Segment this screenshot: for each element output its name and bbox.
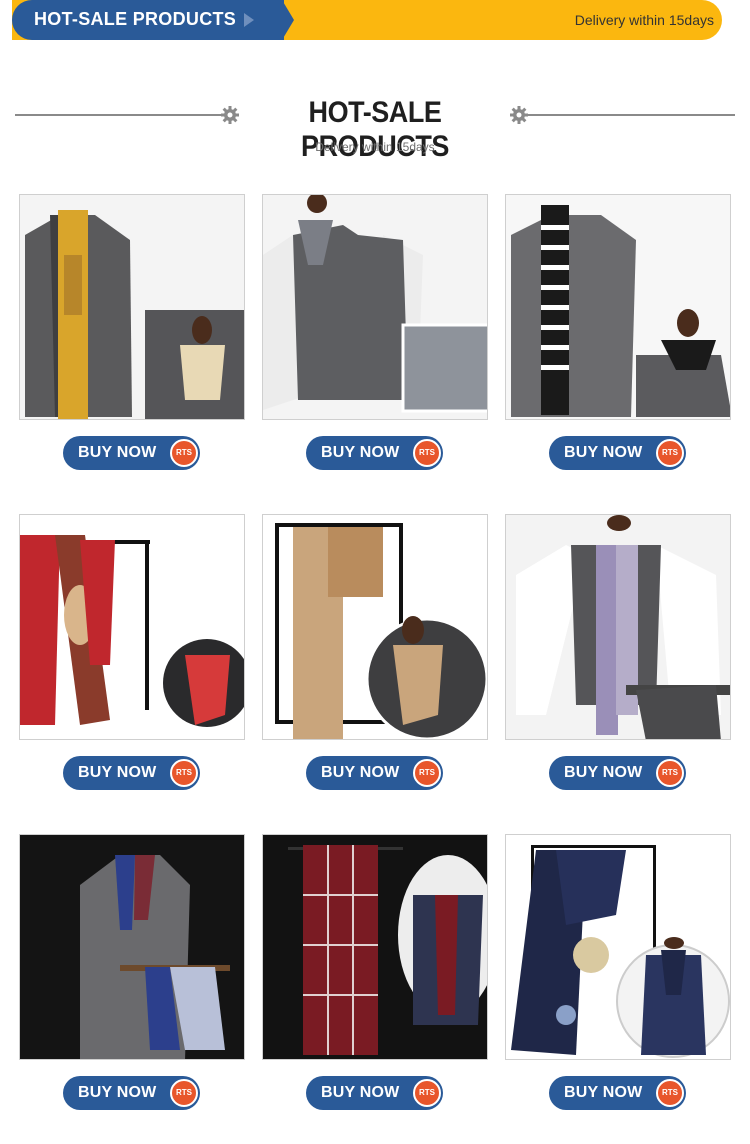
gear-icon — [510, 106, 528, 124]
product-image[interactable] — [505, 514, 731, 740]
rts-badge: RTS — [413, 759, 441, 787]
product-image[interactable] — [262, 194, 488, 420]
buy-now-label: BUY NOW — [321, 764, 400, 781]
banner-delivery-text: Delivery within 15days — [574, 12, 714, 28]
buy-now-button[interactable]: BUY NOW RTS — [63, 1076, 200, 1110]
buy-now-button[interactable]: BUY NOW RTS — [549, 436, 686, 470]
buy-now-button[interactable]: BUY NOW RTS — [549, 756, 686, 790]
rts-badge: RTS — [170, 1079, 198, 1107]
buy-now-label: BUY NOW — [564, 444, 643, 461]
product-image[interactable] — [19, 514, 245, 740]
buy-now-button[interactable]: BUY NOW RTS — [306, 436, 443, 470]
product-image[interactable] — [262, 514, 488, 740]
buy-now-label: BUY NOW — [78, 764, 157, 781]
banner-title: HOT-SALE PRODUCTS — [34, 9, 237, 29]
product-image[interactable] — [19, 834, 245, 1060]
heading-divider-right — [528, 114, 735, 116]
rts-badge: RTS — [656, 1079, 684, 1107]
rts-badge: RTS — [413, 1079, 441, 1107]
buy-now-label: BUY NOW — [78, 1084, 157, 1101]
product-image[interactable] — [505, 194, 731, 420]
section-subtitle: Delivery within 15days — [315, 140, 435, 154]
buy-now-button[interactable]: BUY NOW RTS — [63, 436, 200, 470]
banner-blue-tab-tip — [282, 0, 294, 40]
rts-badge: RTS — [170, 759, 198, 787]
heading-divider-left — [15, 114, 222, 116]
product-image[interactable] — [262, 834, 488, 1060]
buy-now-label: BUY NOW — [564, 764, 643, 781]
buy-now-label: BUY NOW — [564, 1084, 643, 1101]
buy-now-label: BUY NOW — [321, 444, 400, 461]
buy-now-button[interactable]: BUY NOW RTS — [549, 1076, 686, 1110]
buy-now-button[interactable]: BUY NOW RTS — [306, 1076, 443, 1110]
buy-now-label: BUY NOW — [321, 1084, 400, 1101]
hot-sale-banner[interactable]: HOT-SALE PRODUCTS Delivery within 15days — [12, 0, 722, 40]
rts-badge: RTS — [656, 439, 684, 467]
product-image[interactable] — [19, 194, 245, 420]
buy-now-button[interactable]: BUY NOW RTS — [63, 756, 200, 790]
rts-badge: RTS — [413, 439, 441, 467]
buy-now-label: BUY NOW — [78, 444, 157, 461]
gear-icon — [221, 106, 239, 124]
rts-badge: RTS — [656, 759, 684, 787]
rts-badge: RTS — [170, 439, 198, 467]
play-arrow-icon — [244, 13, 254, 27]
buy-now-button[interactable]: BUY NOW RTS — [306, 756, 443, 790]
product-image[interactable] — [505, 834, 731, 1060]
